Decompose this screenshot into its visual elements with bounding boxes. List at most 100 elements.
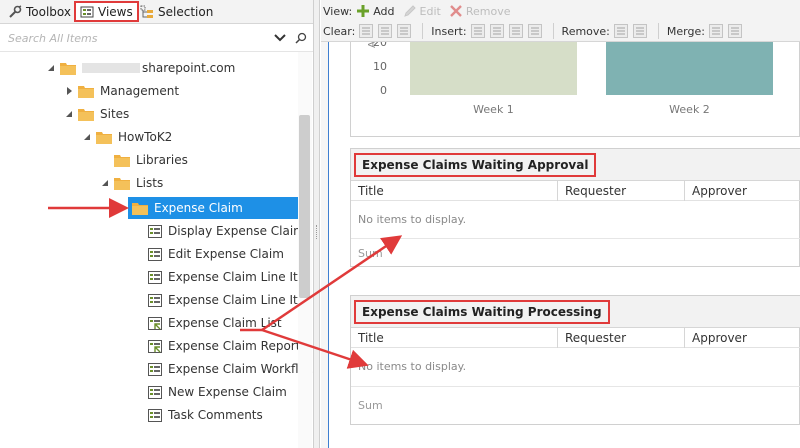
clear-controls-icon[interactable]	[378, 24, 393, 38]
remove-column-icon[interactable]	[613, 24, 628, 38]
tree-view-item[interactable]: New Expense Claim	[148, 381, 287, 403]
collapse-arrow-icon[interactable]	[82, 132, 92, 142]
tab-toolbox-label: Toolbox	[26, 5, 71, 19]
tree-node-management[interactable]: Management	[64, 80, 179, 102]
x-tick-label: Week 1	[473, 103, 514, 116]
list-view-waiting-approval[interactable]: Expense Claims Waiting Approval Title Re…	[350, 148, 800, 267]
tree-view-item[interactable]: Expense Claim Workflo...	[148, 358, 313, 380]
merge-cells-icon[interactable]	[708, 24, 723, 38]
tree-node-root[interactable]: sharepoint.com	[46, 57, 235, 79]
toolbar-separator	[552, 23, 554, 39]
tab-toolbox[interactable]: Toolbox	[4, 2, 75, 22]
tree-node-lists[interactable]: Lists	[100, 172, 163, 194]
toolbar-row-layout: Clear: Insert: Remove: Merge:	[321, 21, 800, 41]
tree-node-sites[interactable]: Sites	[64, 103, 129, 125]
y-tick-label: 0	[380, 84, 387, 97]
panel-splitter[interactable]	[314, 0, 320, 448]
tree-view-label: Expense Claim Reports	[168, 339, 307, 353]
search-icon[interactable]	[295, 32, 307, 44]
folder-icon	[78, 108, 94, 121]
list-title: Expense Claims Waiting Processing	[354, 300, 610, 324]
edit-button[interactable]: Edit	[403, 4, 441, 18]
list-header: Expense Claims Waiting Processing	[351, 296, 800, 328]
tree-node-label: Sites	[100, 107, 130, 121]
chart-control[interactable]: 0 10 20 A Week 1 Week 2	[350, 42, 800, 137]
insert-column-left-icon[interactable]	[470, 24, 485, 38]
add-button[interactable]: Add	[356, 4, 395, 18]
tree-view-label: Expense Claim List	[168, 316, 282, 330]
folder-icon	[132, 202, 148, 215]
tree-view-item[interactable]: Task Comments	[148, 404, 263, 426]
view-icon	[148, 270, 162, 284]
splitter-grip[interactable]	[316, 225, 318, 239]
remove-button[interactable]: Remove	[449, 4, 510, 18]
tree-node-label: HowToK2	[118, 130, 173, 144]
tab-views[interactable]: Views	[74, 1, 139, 22]
remove-row-icon[interactable]	[632, 24, 647, 38]
column-header-requester[interactable]: Requester	[558, 181, 685, 201]
empty-message: No items to display.	[358, 213, 467, 226]
column-header-title[interactable]: Title	[351, 328, 558, 348]
toolbar-separator	[657, 23, 659, 39]
y-tick-label: 10	[373, 60, 387, 73]
view-icon	[148, 247, 162, 261]
tree-scrollbar-thumb[interactable]	[299, 115, 310, 298]
tree-node-label: Expense Claim	[154, 201, 243, 215]
tree-view-item-list[interactable]: Expense Claim List	[148, 312, 282, 334]
view-tree: sharepoint.com Management Sites HowToK2 …	[0, 52, 313, 448]
column-header-approver[interactable]: Approver	[685, 328, 800, 348]
pencil-icon	[403, 5, 416, 17]
tree-view-label: Edit Expense Claim	[168, 247, 284, 261]
tree-node-libraries[interactable]: Libraries	[114, 149, 188, 171]
view-icon	[148, 293, 162, 307]
collapse-arrow-icon[interactable]	[46, 63, 56, 73]
list-view-icon	[148, 316, 162, 330]
tree-view-item[interactable]: Expense Claim Reports	[148, 335, 307, 357]
empty-message: No items to display.	[358, 360, 467, 373]
insert-column-right-icon[interactable]	[489, 24, 504, 38]
unmerge-cells-icon[interactable]	[727, 24, 742, 38]
collapse-arrow-icon[interactable]	[64, 109, 74, 119]
chevron-down-icon[interactable]	[273, 31, 287, 45]
tree-view-item[interactable]: Expense Claim Line Ite...	[148, 289, 313, 311]
column-header-row: Title Requester Approver	[351, 181, 800, 201]
tree-view-label: Expense Claim Line Ite...	[168, 270, 314, 284]
insert-label: Insert:	[431, 24, 467, 38]
expand-arrow-icon[interactable]	[64, 86, 74, 96]
remove-x-icon	[449, 5, 462, 17]
column-header-title[interactable]: Title	[351, 181, 558, 201]
tree-view-item[interactable]: Display Expense Claim	[148, 220, 305, 242]
sum-row: Sum	[351, 238, 800, 268]
tab-views-label: Views	[98, 4, 133, 19]
list-title: Expense Claims Waiting Approval	[354, 153, 597, 177]
tree-node-expense-claim[interactable]: Expense Claim	[128, 197, 298, 219]
insert-row-above-icon[interactable]	[508, 24, 523, 38]
clear-all-icon[interactable]	[397, 24, 412, 38]
remove-label: Remove:	[561, 24, 610, 38]
edit-button-label: Edit	[419, 4, 441, 18]
column-header-requester[interactable]: Requester	[558, 328, 685, 348]
search-input[interactable]	[8, 28, 266, 48]
folder-icon	[114, 177, 130, 190]
tree-node-howtok2[interactable]: HowToK2	[82, 126, 172, 148]
redacted-tenant	[82, 63, 140, 73]
toolbar-separator	[422, 23, 424, 39]
collapse-arrow-icon[interactable]	[100, 178, 110, 188]
column-header-approver[interactable]: Approver	[685, 181, 800, 201]
view-icon	[148, 408, 162, 422]
view-icon	[148, 385, 162, 399]
bar-chart: 01020AWeek 1 Week 2	[367, 42, 773, 116]
tree-node-label: sharepoint.com	[142, 61, 236, 75]
tab-selection[interactable]: Selection	[136, 2, 217, 22]
tree-view-label: New Expense Claim	[168, 385, 287, 399]
tree-node-label: Libraries	[136, 153, 188, 167]
clear-cells-icon[interactable]	[359, 24, 374, 38]
insert-row-below-icon[interactable]	[527, 24, 542, 38]
folder-icon	[78, 85, 94, 98]
tree-view-item[interactable]: Edit Expense Claim	[148, 243, 284, 265]
views-icon	[80, 6, 94, 17]
panel-tabs: Toolbox Views Selection	[0, 0, 313, 24]
tree-view-item[interactable]: Expense Claim Line Ite...	[148, 266, 314, 288]
folder-icon	[96, 131, 112, 144]
list-view-waiting-processing[interactable]: Expense Claims Waiting Processing Title …	[350, 295, 800, 425]
